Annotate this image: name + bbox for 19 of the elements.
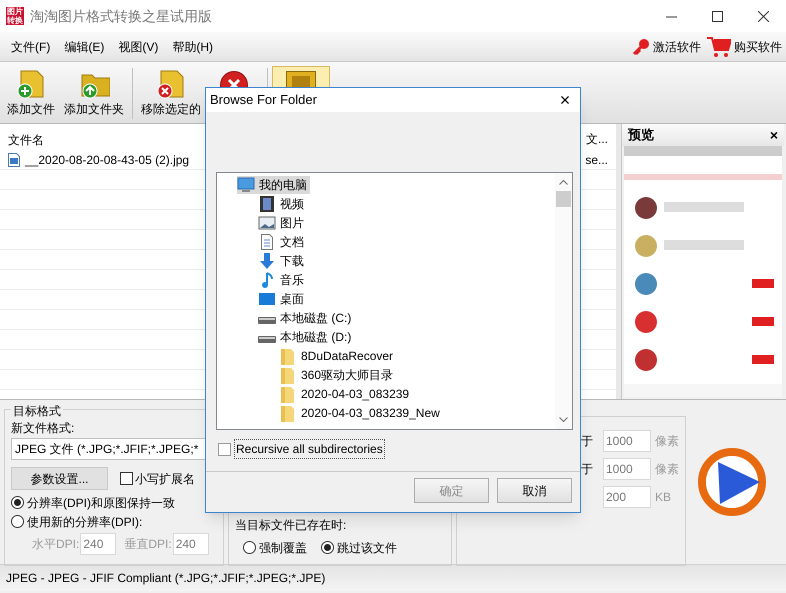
unit-label: 像素	[655, 433, 680, 450]
field-label: 垂直DPI:	[124, 536, 172, 553]
app-logo: 图片转换	[6, 7, 24, 25]
field-label: 于	[581, 433, 593, 450]
field-label: 当目标文件已存在时:	[235, 517, 348, 534]
column-header: 文...	[586, 131, 608, 148]
unit-label: KB	[655, 489, 672, 506]
table-cell-text: se...	[585, 152, 608, 168]
field-label: 新文件格式:	[11, 420, 76, 436]
group-title: 目标格式	[11, 402, 63, 420]
window-title: 淘淘图片格式转换之星试用版	[30, 6, 212, 26]
column-header: 文件名	[8, 132, 44, 149]
unit-label: 像素	[655, 461, 680, 478]
panel-title: 预览	[628, 126, 654, 144]
dialog-title: Browse For Folder	[210, 91, 317, 110]
field-label: 于	[581, 461, 593, 478]
file-name: __2020-08-20-08-43-05 (2).jpg	[25, 152, 190, 168]
field-label: 水平DPI:	[32, 536, 80, 553]
status-bar: JPEG - JPEG - JFIF Compliant (*.JPG;*.JFIF;*.JPEG;*.JPE)	[0, 564, 786, 591]
